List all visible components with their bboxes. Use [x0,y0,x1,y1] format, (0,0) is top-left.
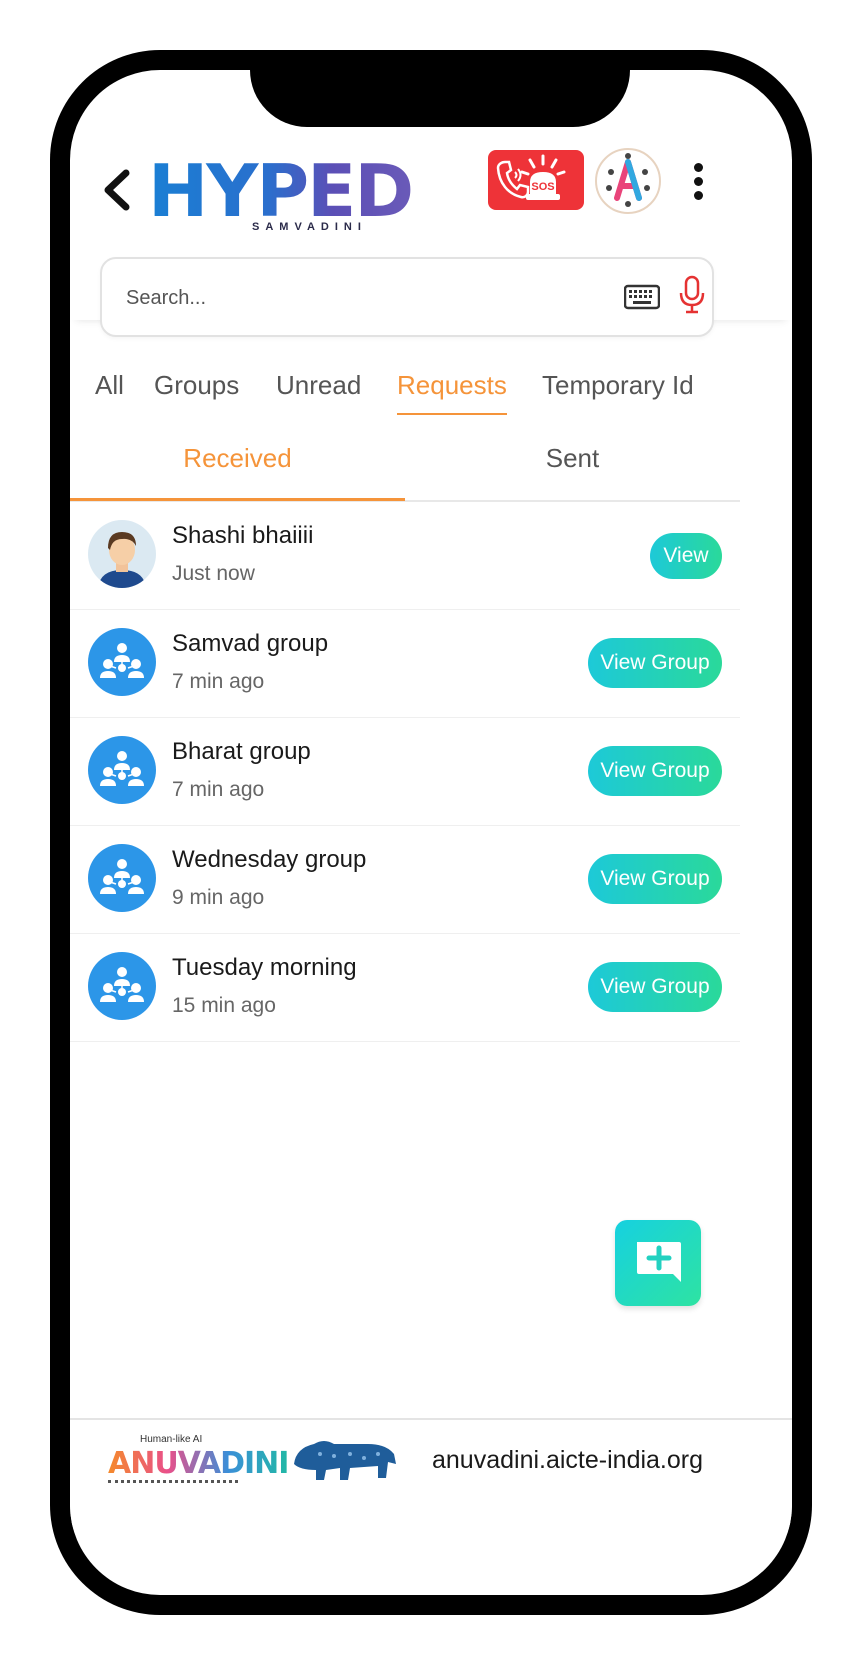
view-group-button[interactable]: View Group [588,638,722,688]
tab-all[interactable]: All [95,370,124,413]
anuvadini-name: ANUVADINI [108,1446,289,1481]
group-icon [100,751,144,786]
subtab-received[interactable]: Received [70,438,405,501]
sos-label: SOS [531,181,554,193]
phone-notch [250,70,630,127]
new-chat-icon [637,1242,681,1282]
request-time: 9 min ago [172,886,265,909]
group-icon [100,643,144,678]
request-name: Shashi bhaiiii [172,522,314,549]
group-icon [100,859,144,894]
logo-text: HYPED [148,149,414,233]
sos-siren-icon: SOS [496,154,566,200]
logo-subtitle: SAMVADINI [252,221,367,233]
request-time: 7 min ago [172,670,265,693]
filter-tabs: All Groups Unread Requests Temporary Id [70,370,792,430]
request-name: Bharat group [172,738,311,765]
search-bar [100,257,714,337]
chevron-left-icon [104,169,130,211]
footer-url[interactable]: anuvadini.aicte-india.org [432,1446,703,1475]
list-item: Tuesday morning 15 min ago View Group [70,934,740,1042]
more-vertical-icon [693,163,703,172]
person-avatar-icon [98,532,146,588]
tab-groups[interactable]: Groups [154,370,239,413]
list-item: Shashi bhaiiii Just now View [70,502,740,610]
app-footer: Human-like AI ANUVADINI anuvadini.aicte-… [70,1418,792,1530]
avatar [88,736,156,804]
tab-requests[interactable]: Requests [397,370,507,415]
list-item: Samvad group 7 min ago View Group [70,610,740,718]
list-item: Wednesday group 9 min ago View Group [70,826,740,934]
request-time: 15 min ago [172,994,276,1017]
avatar [88,628,156,696]
more-menu-button[interactable] [688,160,708,204]
new-chat-button[interactable] [615,1220,701,1306]
view-button[interactable]: View [650,533,722,579]
avatar [88,844,156,912]
anuvadini-tagline: Human-like AI [140,1434,203,1445]
lion-icon [294,1441,396,1480]
tab-temporary-id[interactable]: Temporary Id [542,370,694,413]
anuvadini-logo: Human-like AI ANUVADINI [108,1434,289,1484]
group-icon [100,967,144,1002]
avatar [88,520,156,588]
voice-search-button[interactable] [678,275,706,315]
search-input[interactable] [124,281,598,315]
tab-unread[interactable]: Unread [276,370,361,413]
keyboard-icon [623,284,661,310]
language-button[interactable] [595,148,661,214]
mic-icon [679,275,705,314]
request-time: Just now [172,562,255,585]
request-time: 7 min ago [172,778,265,801]
request-list: Shashi bhaiiii Just now View Samvad grou… [70,502,740,1042]
request-name: Samvad group [172,630,329,657]
request-name: Tuesday morning [172,954,357,981]
sos-button[interactable]: SOS [488,150,584,210]
avatar [88,952,156,1020]
view-group-button[interactable]: View Group [588,854,722,904]
request-subtabs: Received Sent [70,438,740,502]
list-item: Bharat group 7 min ago View Group [70,718,740,826]
subtab-sent[interactable]: Sent [405,438,740,498]
keyboard-button[interactable] [623,279,661,315]
back-button[interactable] [98,165,138,215]
app-logo: HYPED SAMVADINI [148,149,414,233]
app-screen: HYPED SAMVADINI SOS Search... All Groups… [70,70,792,1595]
view-group-button[interactable]: View Group [588,746,722,796]
language-icon [606,153,650,207]
view-group-button[interactable]: View Group [588,962,722,1012]
request-name: Wednesday group [172,846,367,873]
make-in-india-logo [290,1434,400,1486]
